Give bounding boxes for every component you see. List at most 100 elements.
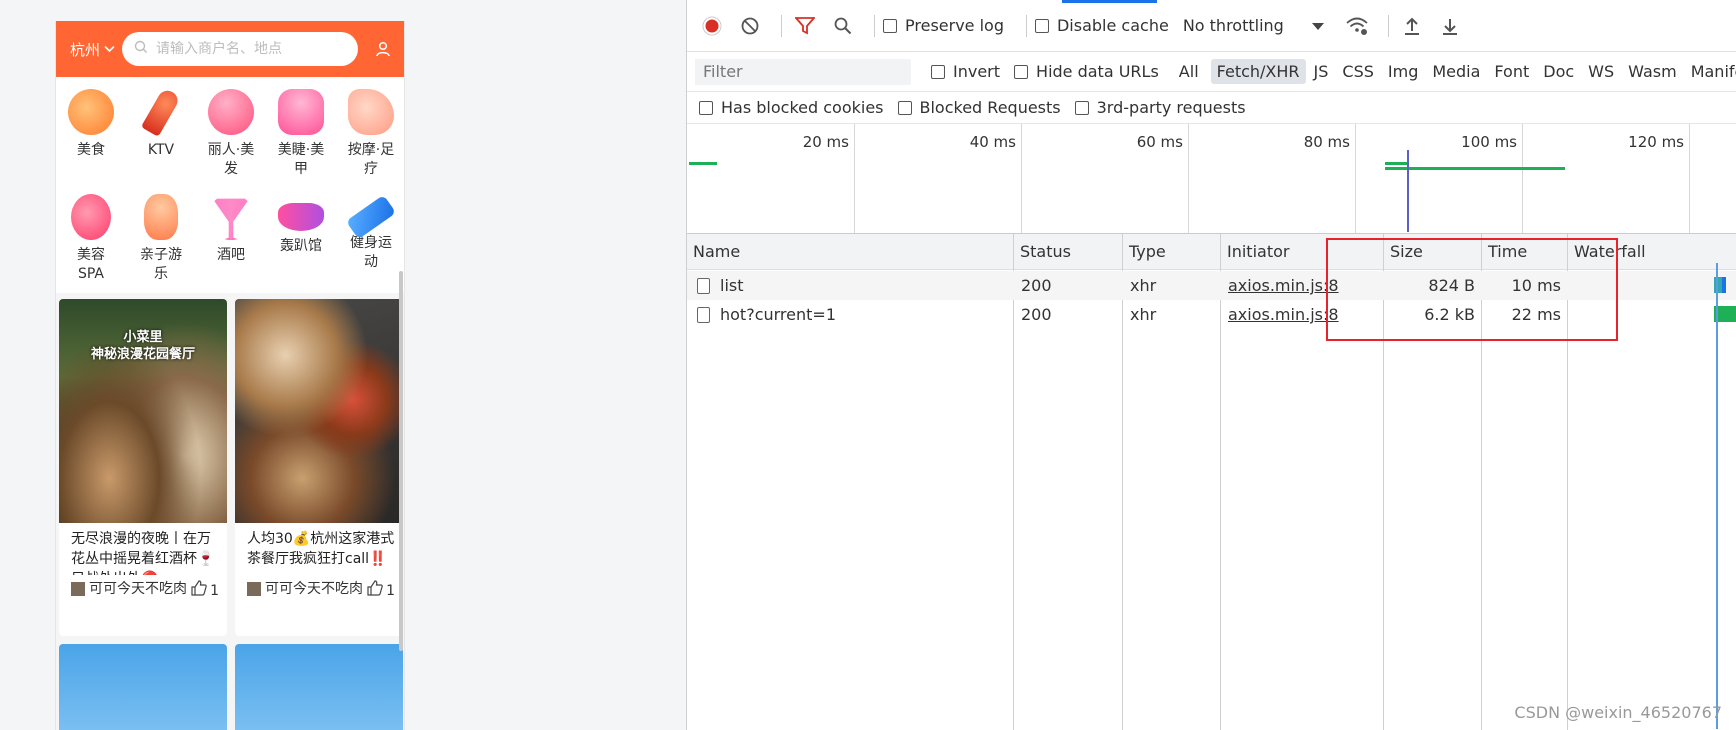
waterfall-dom-content-line (1716, 263, 1718, 729)
post-card[interactable] (59, 644, 227, 730)
search-input[interactable] (156, 41, 346, 57)
waterfall-bar (1722, 277, 1726, 293)
scrollbar[interactable] (399, 271, 403, 651)
caret-down-icon (1311, 16, 1324, 35)
category-item[interactable]: 美食 (56, 81, 126, 186)
checkbox[interactable] (1014, 64, 1029, 79)
massage-hand-icon (348, 89, 394, 135)
checkbox[interactable] (931, 64, 945, 79)
filter-type-media[interactable]: Media (1426, 59, 1486, 84)
like-button[interactable]: 1 (366, 579, 395, 603)
filter-type-wasm[interactable]: Wasm (1622, 59, 1683, 84)
category-item[interactable]: 轰趴馆 (266, 186, 336, 291)
third-party-requests-checkbox[interactable]: 3rd-party requests (1074, 98, 1246, 117)
category-item[interactable]: 美容SPA (56, 186, 126, 291)
post-image (59, 644, 227, 730)
cell-initiator-link[interactable]: axios.min.js:8 (1222, 271, 1339, 300)
category-label: 亲子游乐 (140, 247, 182, 282)
disable-cache-checkbox[interactable]: Disable cache (1034, 16, 1169, 35)
category-item[interactable]: 亲子游乐 (126, 186, 196, 291)
tick-label: 100 ms (1461, 133, 1517, 151)
post-image (235, 644, 403, 730)
blocked-requests-checkbox[interactable]: Blocked Requests (897, 98, 1061, 117)
tick-line (1355, 124, 1356, 233)
highlight-annotation-box (1326, 238, 1618, 341)
throttling-select[interactable]: No throttling (1183, 16, 1324, 35)
hide-data-urls-checkbox[interactable]: Hide data URLs (1014, 62, 1159, 81)
checkbox[interactable] (883, 18, 897, 33)
category-item[interactable]: 健身运动 (336, 186, 404, 291)
filter-type-font[interactable]: Font (1488, 59, 1535, 84)
post-footer: 可可今天不吃肉 1 (59, 575, 227, 603)
column-name[interactable]: Name (687, 234, 740, 269)
overview-request-bar (689, 162, 717, 165)
checkbox[interactable] (1034, 18, 1049, 33)
filter-input[interactable] (695, 58, 911, 85)
like-button[interactable]: 1 (190, 579, 219, 603)
devtools-network-panel: Preserve log Disable cache No throttling (686, 0, 1736, 730)
category-label: 健身运动 (350, 235, 392, 270)
request-name: list (720, 276, 744, 295)
checkbox[interactable] (1074, 100, 1089, 115)
filter-icon[interactable] (790, 11, 820, 41)
filter-type-ws[interactable]: WS (1582, 59, 1620, 84)
import-har-icon[interactable] (1397, 11, 1427, 41)
invert-checkbox[interactable]: Invert (931, 62, 1000, 81)
post-feed: 小菜里 神秘浪漫花园餐厅 无尽浪漫的夜晚丨在万花丛中摇晃着红酒杯🍷只战处出外🔴 … (56, 293, 404, 730)
network-conditions-icon[interactable] (1342, 11, 1372, 41)
filter-type-js[interactable]: JS (1308, 59, 1335, 84)
filter-type-img[interactable]: Img (1382, 59, 1424, 84)
preserve-log-checkbox[interactable]: Preserve log (883, 16, 1004, 35)
export-har-icon[interactable] (1435, 11, 1465, 41)
divider (1387, 14, 1389, 37)
party-mask-icon (278, 203, 324, 231)
post-card[interactable]: 人均30💰杭州这家港式茶餐厅我疯狂打call‼️ 可可今天不吃肉 1 (235, 299, 403, 636)
microphone-icon (140, 87, 182, 137)
post-card[interactable]: 小菜里 神秘浪漫花园餐厅 无尽浪漫的夜晚丨在万花丛中摇晃着红酒杯🍷只战处出外🔴 … (59, 299, 227, 636)
overview-request-bar (1385, 167, 1565, 170)
has-blocked-cookies-checkbox[interactable]: Has blocked cookies (699, 98, 884, 117)
filter-type-fetch-xhr[interactable]: Fetch/XHR (1210, 59, 1306, 84)
column-status[interactable]: Status (1014, 234, 1071, 269)
user-icon[interactable] (372, 38, 394, 60)
app-header: 杭州 (56, 21, 404, 77)
column-type[interactable]: Type (1123, 234, 1166, 269)
post-footer: 可可今天不吃肉 1 (235, 575, 403, 603)
post-image (235, 299, 403, 523)
filter-type-doc[interactable]: Doc (1537, 59, 1580, 84)
column-initiator[interactable]: Initiator (1221, 234, 1289, 269)
post-image-caption: 小菜里 神秘浪漫花园餐厅 (90, 330, 195, 362)
blocked-requests-label: Blocked Requests (919, 98, 1061, 117)
category-grid: 美食 KTV 丽人·美发 美睫·美甲 按摩·足疗 美容SPA 亲子游乐 酒吧 轰… (56, 77, 404, 293)
category-item[interactable]: 按摩·足疗 (336, 81, 404, 186)
filter-type-css[interactable]: CSS (1336, 59, 1379, 84)
post-card[interactable] (235, 644, 403, 730)
post-title: 无尽浪漫的夜晚丨在万花丛中摇晃着红酒杯🍷只战处出外🔴 (71, 531, 215, 575)
checkbox[interactable] (699, 100, 713, 115)
tick-line (1522, 124, 1523, 233)
third-party-requests-label: 3rd-party requests (1096, 98, 1246, 117)
record-icon[interactable] (697, 11, 727, 41)
category-item[interactable]: 酒吧 (196, 186, 266, 291)
cell-name: hot?current=1 (691, 300, 836, 329)
disable-cache-label: Disable cache (1056, 16, 1169, 35)
filter-type-all[interactable]: All (1173, 59, 1205, 84)
city-selector[interactable]: 杭州 (70, 39, 122, 60)
clear-icon[interactable] (735, 11, 765, 41)
overview-cursor (1407, 150, 1409, 232)
watermark: CSDN @weixin_46520767 (1514, 703, 1722, 722)
search-icon[interactable] (828, 11, 858, 41)
category-item[interactable]: 美睫·美甲 (266, 81, 336, 186)
checkbox[interactable] (897, 100, 912, 115)
post-author: 可可今天不吃肉 (89, 581, 187, 597)
timeline-overview[interactable]: 20 ms 40 ms 60 ms 80 ms 100 ms 120 ms (687, 124, 1736, 234)
tick-label: 80 ms (1303, 133, 1350, 151)
city-label: 杭州 (70, 40, 101, 59)
category-item[interactable]: 丽人·美发 (196, 81, 266, 186)
tick-label: 60 ms (1136, 133, 1183, 151)
category-item[interactable]: KTV (126, 81, 196, 186)
filter-type-manifest[interactable]: Manifest (1685, 59, 1736, 84)
search-box[interactable] (122, 32, 358, 66)
tick-label: 40 ms (969, 133, 1016, 151)
cell-initiator-link[interactable]: axios.min.js:8 (1222, 300, 1339, 329)
